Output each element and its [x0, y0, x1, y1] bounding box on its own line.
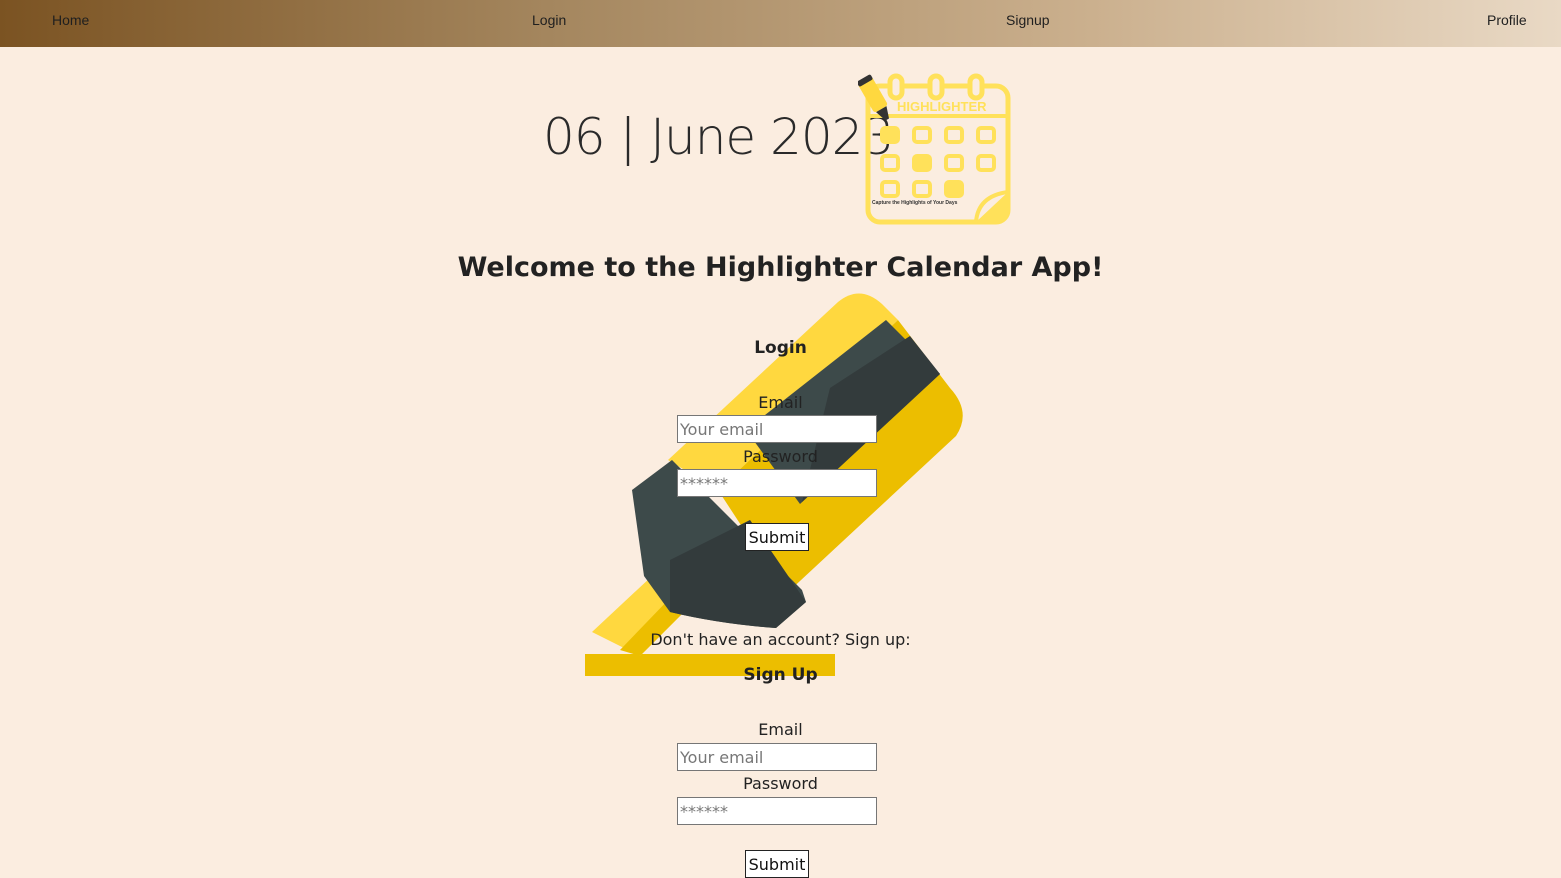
signup-email-input[interactable]: [677, 743, 877, 771]
nav-home-link[interactable]: Home: [52, 12, 89, 28]
login-submit-button[interactable]: Submit: [745, 523, 809, 551]
nav-signup-link[interactable]: Signup: [1006, 12, 1050, 28]
signup-password-label: Password: [743, 774, 818, 793]
logo-tagline: Capture the Highlights of Your Days: [872, 200, 958, 206]
login-email-input[interactable]: [677, 415, 877, 443]
nav-login-link[interactable]: Login: [532, 12, 566, 28]
top-navbar: Home Login Signup Profile: [0, 0, 1561, 47]
signup-prompt: Don't have an account? Sign up:: [650, 630, 911, 649]
signup-form-title: Sign Up: [743, 665, 818, 685]
logo-title: HIGHLIGHTER: [897, 99, 987, 114]
login-email-label: Email: [758, 393, 803, 412]
nav-profile-link[interactable]: Profile: [1487, 12, 1527, 28]
welcome-heading: Welcome to the Highlighter Calendar App!: [457, 252, 1104, 283]
signup-email-label: Email: [758, 720, 803, 739]
login-form-title: Login: [754, 338, 807, 358]
signup-password-input[interactable]: [677, 797, 877, 825]
login-password-input[interactable]: [677, 469, 877, 497]
login-password-label: Password: [743, 447, 818, 466]
date-heading: 06 | June 2023: [543, 108, 894, 166]
